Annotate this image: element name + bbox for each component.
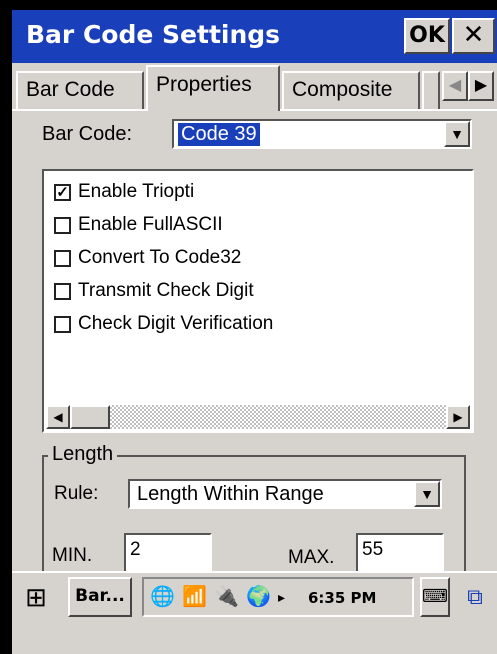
min-label: MIN. — [52, 545, 93, 566]
tab-composite[interactable]: Composite — [282, 71, 420, 109]
dialog-body: Bar Code Properties Composite ◀ ▶ Bar Co… — [12, 63, 497, 571]
keyboard-icon[interactable]: ⌨ — [420, 577, 450, 617]
option-label: Check Digit Verification — [78, 313, 274, 334]
tab-overflow — [422, 71, 440, 109]
horizontal-scrollbar[interactable]: ◀ ▶ — [46, 405, 470, 429]
tab-properties[interactable]: Properties — [146, 65, 280, 111]
close-button[interactable]: ✕ — [452, 18, 495, 54]
checkbox[interactable]: ✓ — [54, 184, 71, 201]
option-label: Transmit Check Digit — [78, 280, 254, 301]
tab-bar-code[interactable]: Bar Code — [16, 71, 144, 109]
rule-label: Rule: — [54, 483, 99, 504]
option-label: Enable Triopti — [78, 181, 195, 202]
window-title: Bar Code Settings — [26, 20, 281, 49]
signal-icon[interactable]: 📶 — [182, 583, 207, 611]
tab-scroll-left-icon[interactable]: ◀ — [442, 71, 468, 101]
option-label: Enable FullASCII — [78, 214, 223, 235]
windows-icon[interactable]: ⧉ — [456, 577, 494, 617]
checkbox[interactable] — [54, 217, 71, 234]
network-icon[interactable]: 🌍 — [246, 583, 271, 611]
rule-select[interactable]: Length Within Range ▼ — [128, 479, 442, 509]
scroll-thumb[interactable] — [70, 405, 110, 429]
max-field[interactable]: 55 — [356, 533, 444, 571]
tab-strip: Bar Code Properties Composite ◀ ▶ — [12, 63, 497, 111]
scroll-right-icon[interactable]: ▶ — [446, 405, 470, 429]
rule-selected-value: Length Within Range — [137, 483, 324, 505]
checkbox[interactable] — [54, 283, 71, 300]
options-list: ✓ Enable Triopti Enable FullASCII Conver… — [42, 169, 474, 433]
bar-code-select[interactable]: Code 39 ▼ — [172, 119, 472, 149]
device-screen: Bar Code Settings OK ✕ Bar Code Properti… — [0, 0, 497, 654]
checkbox[interactable] — [54, 250, 71, 267]
bar-code-selected-value: Code 39 — [178, 123, 260, 146]
power-icon[interactable]: 🔌 — [214, 583, 239, 611]
ok-button[interactable]: OK — [404, 18, 450, 54]
system-tray: 🌐 📶 🔌 🌍 ▸ 6:35 PM — [142, 577, 414, 617]
max-label: MAX. — [288, 547, 335, 568]
globe-icon[interactable]: 🌐 — [150, 583, 175, 611]
checkbox[interactable] — [54, 316, 71, 333]
chevron-down-icon[interactable]: ▼ — [414, 481, 440, 507]
taskbar: ⊞ Bar... 🌐 📶 🔌 🌍 ▸ 6:35 PM ⌨ ⧉ — [12, 571, 497, 654]
tab-scroll-right-icon[interactable]: ▶ — [468, 71, 494, 101]
scroll-left-icon[interactable]: ◀ — [46, 405, 70, 429]
start-icon[interactable]: ⊞ — [14, 577, 58, 617]
taskbar-app-button[interactable]: Bar... — [68, 577, 132, 617]
tray-expand-icon[interactable]: ▸ — [278, 583, 285, 611]
min-field[interactable]: 2 — [124, 533, 212, 571]
title-bar: Bar Code Settings OK ✕ — [12, 10, 497, 63]
length-group-title: Length — [48, 443, 118, 466]
chevron-down-icon[interactable]: ▼ — [444, 121, 470, 147]
bar-code-label: Bar Code: — [42, 123, 133, 145]
option-label: Convert To Code32 — [78, 247, 242, 268]
clock[interactable]: 6:35 PM — [308, 589, 376, 607]
